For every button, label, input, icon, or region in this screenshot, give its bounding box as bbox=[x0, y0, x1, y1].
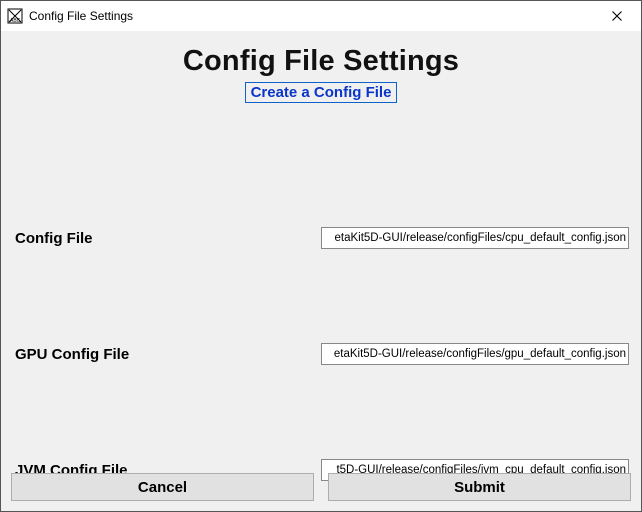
form-area: Config File GPU Config File JVM Config F… bbox=[11, 103, 631, 511]
button-bar: Cancel Submit bbox=[11, 473, 631, 501]
titlebar: ABC Config File Settings bbox=[1, 1, 641, 31]
gpu-config-file-row: GPU Config File bbox=[11, 343, 631, 365]
submit-button[interactable]: Submit bbox=[328, 473, 631, 501]
window-title: Config File Settings bbox=[29, 9, 595, 23]
gpu-config-file-label: GPU Config File bbox=[11, 346, 321, 363]
close-icon bbox=[612, 11, 622, 21]
config-file-label: Config File bbox=[11, 230, 321, 247]
app-icon: ABC bbox=[7, 8, 23, 24]
page-title: Config File Settings bbox=[11, 45, 631, 78]
gpu-config-file-input[interactable] bbox=[321, 343, 629, 365]
config-file-input[interactable] bbox=[321, 227, 629, 249]
window-close-button[interactable] bbox=[595, 1, 639, 31]
client-area: Config File Settings Create a Config Fil… bbox=[1, 31, 641, 511]
create-config-link[interactable]: Create a Config File bbox=[245, 82, 398, 103]
config-file-row: Config File bbox=[11, 227, 631, 249]
svg-text:ABC: ABC bbox=[10, 18, 21, 24]
window-root: ABC Config File Settings Config File Set… bbox=[0, 0, 642, 512]
cancel-button[interactable]: Cancel bbox=[11, 473, 314, 501]
